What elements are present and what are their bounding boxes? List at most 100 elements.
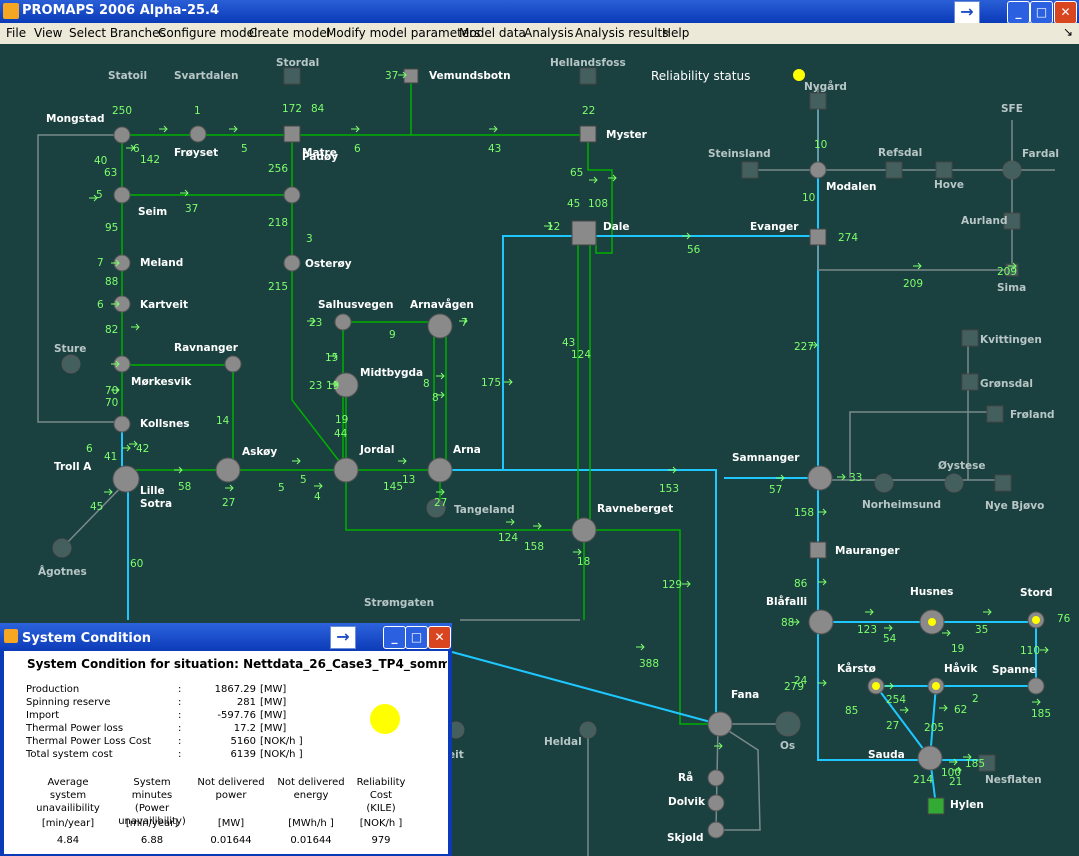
flow-arrow-icon: [398, 457, 407, 465]
flow-value-label: 41: [104, 451, 117, 463]
flow-value-label: 214: [913, 774, 933, 786]
flow-value-label: 123: [857, 624, 877, 636]
node-label: Sima: [997, 282, 1026, 294]
flow-arrow-icon: [865, 608, 874, 616]
flow-arrow-icon: [913, 262, 922, 270]
node-label: Sotra: [140, 498, 172, 510]
node-status-dot: [872, 682, 880, 690]
menu-analysis-results[interactable]: Analysis results: [575, 26, 668, 40]
node-bl-falli: [808, 609, 834, 635]
node-norheimsund: [874, 473, 894, 493]
node-label: Troll A: [54, 461, 92, 473]
node-label: Frøyset: [174, 147, 218, 159]
node-evanger: [809, 228, 827, 246]
node-vemundsbotn: [403, 68, 419, 84]
col-header-text: Reliability Cost (KILE): [356, 777, 406, 814]
node-label: Fana: [731, 689, 759, 701]
window-title: PROMAPS 2006 Alpha-25.4: [22, 3, 220, 18]
flow-arrow-icon: [229, 125, 238, 133]
reliability-status-indicator: [793, 69, 805, 81]
flow-value-label: 45: [90, 501, 103, 513]
flow-arrow-icon: [506, 518, 515, 526]
flow-value-label: 40: [94, 155, 107, 167]
maximize-button[interactable]: □: [1030, 1, 1053, 24]
flow-value-label: 13: [402, 474, 415, 486]
flow-value-label: 37: [185, 203, 198, 215]
node-label: Vemundsbotn: [429, 70, 511, 82]
node-label: Seim: [138, 206, 167, 218]
node-mauranger: [809, 541, 827, 559]
menu-file[interactable]: File: [6, 26, 26, 40]
thermal-power-loss-cost-row: Thermal Power Loss Cost: 5160 [NOK/h ]: [26, 736, 303, 747]
node-nyg-rd: [809, 92, 827, 110]
node-pad-y: [283, 186, 301, 204]
flow-value-label: 185: [1031, 708, 1051, 720]
col-value: 6.88: [140, 835, 164, 846]
flow-arrow-icon: [776, 474, 785, 482]
node-fr-land: [986, 405, 1004, 423]
node-label: Hellandsfoss: [550, 57, 626, 69]
flow-value-label: 27: [434, 497, 447, 509]
node-label: Nygård: [804, 80, 847, 93]
flow-value-label: 5: [300, 474, 307, 486]
flow-arrow-icon: [668, 466, 677, 474]
node-refsdal: [885, 161, 903, 179]
close-button[interactable]: ✕: [1054, 1, 1077, 24]
flow-value-label: 3: [306, 233, 313, 245]
flow-value-label: 227: [794, 341, 814, 353]
maximize-button[interactable]: □: [405, 626, 428, 649]
minimize-button[interactable]: _: [383, 626, 406, 649]
flow-value-label: 124: [498, 532, 518, 544]
node-label: Strømgaten: [364, 597, 434, 609]
menu-modify-model-parameters[interactable]: Modify model parameters: [326, 26, 480, 40]
system-condition-window: System Condition → _ □ ✕ System Conditio…: [0, 623, 452, 856]
node-ask-y: [215, 457, 241, 483]
node-kvittingen: [961, 329, 979, 347]
col-value: 4.84: [56, 835, 80, 846]
transmission-line: [345, 470, 584, 531]
flow-value-label: 85: [845, 705, 858, 717]
production-row: Production: 1867.29 [MW]: [26, 684, 287, 695]
node-label: Lille: [140, 485, 165, 497]
dock-arrow-button[interactable]: →: [954, 1, 980, 24]
col-header-text: Not delivered power: [197, 777, 265, 801]
col-unit: [NOK/h ]: [359, 818, 403, 829]
close-button[interactable]: ✕: [428, 626, 451, 649]
flow-arrow-icon: [436, 372, 445, 380]
dock-arrow-button[interactable]: →: [330, 626, 356, 649]
node-label: Heldal: [544, 736, 582, 748]
menu-model-data[interactable]: Model data: [459, 26, 526, 40]
transmission-line: [440, 235, 584, 471]
minimize-button[interactable]: _: [1007, 1, 1030, 24]
col-unit: [min/year]: [125, 818, 179, 829]
flow-value-label: 218: [268, 217, 288, 229]
app-icon: [4, 629, 18, 643]
menu-select-branches[interactable]: Select Branches: [69, 26, 166, 40]
node-modalen: [809, 161, 827, 179]
menu-configure-model[interactable]: Configure model: [158, 26, 257, 40]
node-label: Håvik: [944, 662, 978, 675]
node-kollsnes: [113, 415, 131, 433]
flow-arrow-icon: [983, 608, 992, 616]
flow-arrow-icon: [489, 125, 498, 133]
flow-value-label: 86: [794, 578, 808, 590]
node-label: Dale: [603, 221, 630, 233]
col-value: 0.01644: [290, 835, 332, 846]
flow-value-label: 23: [309, 380, 322, 392]
menu-view[interactable]: View: [34, 26, 62, 40]
menu-analysis[interactable]: Analysis: [524, 26, 573, 40]
node-seim: [113, 186, 131, 204]
node-steinsland: [741, 161, 759, 179]
flow-value-label: 57: [769, 484, 782, 496]
node-label: Hylen: [950, 799, 984, 811]
flow-value-label: 4: [314, 491, 321, 503]
node-hylen: [927, 797, 945, 815]
menu-create-model[interactable]: Create model: [249, 26, 330, 40]
node-ravneberget: [571, 517, 597, 543]
node-fardal: [1002, 160, 1022, 180]
flow-value-label: 158: [524, 541, 544, 553]
col-value: 979: [371, 835, 391, 846]
menu-help[interactable]: Help: [662, 26, 689, 40]
node-label: Ågotnes: [38, 565, 87, 578]
node-label: Rå: [678, 771, 693, 784]
